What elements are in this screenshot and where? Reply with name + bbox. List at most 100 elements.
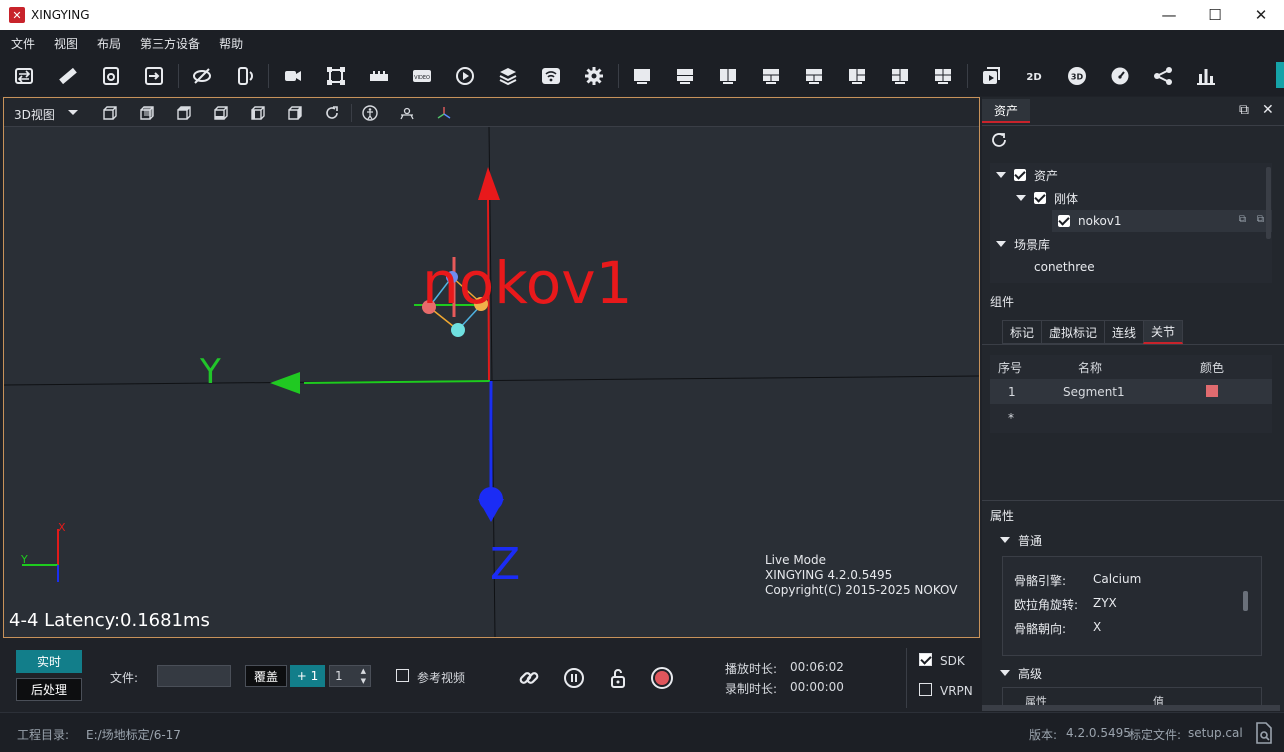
human-model-icon[interactable] <box>361 104 379 122</box>
video-icon[interactable]: VIDEO <box>410 64 434 88</box>
close-icon[interactable]: ✕ <box>1238 0 1284 30</box>
drone-icon[interactable] <box>398 104 416 122</box>
skeleton-link-icon[interactable] <box>1151 64 1175 88</box>
layout-single-icon[interactable] <box>630 64 654 88</box>
expand-icon[interactable] <box>1016 195 1026 201</box>
device-rotate-icon[interactable] <box>233 64 257 88</box>
view-3d-icon[interactable]: 3D <box>1065 64 1089 88</box>
counter-stepper[interactable]: 1 ▲ ▼ <box>329 665 371 687</box>
menu-third-party[interactable]: 第三方设备 <box>140 35 200 52</box>
group-advanced[interactable]: 高级 <box>1000 662 1042 684</box>
menu-file[interactable]: 文件 <box>11 35 35 52</box>
menu-help[interactable]: 帮助 <box>219 35 243 52</box>
group-general[interactable]: 普通 <box>1000 529 1042 551</box>
checkbox-nokov1[interactable] <box>1058 215 1070 227</box>
layout-side-icon[interactable] <box>845 64 869 88</box>
file-input[interactable] <box>157 665 231 687</box>
view-right-icon[interactable] <box>286 104 304 122</box>
view-2d-icon[interactable]: 2D <box>1022 64 1046 88</box>
tree-node-rigid[interactable]: 刚体 <box>1016 187 1078 209</box>
view-selector[interactable]: 3D视图 <box>14 106 55 123</box>
sdk-checkbox[interactable] <box>919 653 932 666</box>
layers-icon[interactable] <box>496 64 520 88</box>
view-front-icon[interactable] <box>101 104 119 122</box>
rigid-body-label: nokov1 <box>422 249 632 317</box>
pause-icon[interactable] <box>562 666 586 690</box>
document-search-icon[interactable] <box>1254 722 1274 744</box>
stepper-down-icon[interactable]: ▼ <box>361 677 366 685</box>
layout-three-bottom-icon[interactable] <box>802 64 826 88</box>
axes-icon[interactable] <box>435 104 453 122</box>
close-panel-icon[interactable]: ✕ <box>1262 102 1274 118</box>
camera-view-icon[interactable] <box>979 64 1003 88</box>
camera-icon[interactable] <box>281 64 305 88</box>
tree-node-scene[interactable]: 场景库 <box>996 233 1050 255</box>
ruler-icon[interactable] <box>56 64 80 88</box>
expand-icon[interactable] <box>996 172 1006 178</box>
reset-view-icon[interactable] <box>323 104 341 122</box>
vrpn-checkbox[interactable] <box>919 683 932 696</box>
postprocess-button[interactable]: 后处理 <box>16 678 82 701</box>
wireless-icon[interactable] <box>539 64 563 88</box>
expand-icon[interactable] <box>1000 537 1010 543</box>
props-scrollbar[interactable] <box>1243 591 1248 611</box>
checkbox-rigid[interactable] <box>1034 192 1046 204</box>
layout-two-rows-icon[interactable] <box>673 64 697 88</box>
layout-side-right-icon[interactable] <box>888 64 912 88</box>
view-top-icon[interactable] <box>175 104 193 122</box>
checkbox-assets[interactable] <box>1014 169 1026 181</box>
prop-euler[interactable]: 欧拉角旋转: ZYX <box>1014 596 1117 613</box>
tab-virtual-markers[interactable]: 虚拟标记 <box>1041 320 1105 344</box>
panel-hscroll[interactable] <box>982 705 1280 711</box>
link-icon[interactable] <box>517 666 541 690</box>
table-row[interactable]: 1 Segment1 <box>990 379 1272 404</box>
settings-gear-icon[interactable] <box>582 64 606 88</box>
layout-three-icon[interactable] <box>759 64 783 88</box>
layout-four-icon[interactable] <box>931 64 955 88</box>
stepper-up-icon[interactable]: ▲ <box>361 667 366 675</box>
tab-assets[interactable]: 资产 <box>982 99 1030 123</box>
tree-node-nokov1[interactable]: nokov1 ⧉ ⧉ <box>1052 210 1272 232</box>
tab-links[interactable]: 连线 <box>1104 320 1144 344</box>
increment-button[interactable]: + 1 <box>290 665 325 687</box>
prop-engine[interactable]: 骨骼引擎: Calcium <box>1014 572 1141 589</box>
prop-orientation[interactable]: 骨骼朝向: X <box>1014 620 1101 637</box>
export-icon[interactable] <box>142 64 166 88</box>
realtime-button[interactable]: 实时 <box>16 650 82 673</box>
unlock-icon[interactable] <box>606 666 630 690</box>
frame-select-icon[interactable] <box>324 64 348 88</box>
refresh-icon[interactable] <box>990 131 1010 151</box>
copy-icon[interactable]: ⧉ <box>1239 214 1246 225</box>
new-row[interactable]: * <box>1008 411 1014 425</box>
menu-layout[interactable]: 布局 <box>97 35 121 52</box>
open-icon[interactable] <box>99 64 123 88</box>
tree-node-assets[interactable]: 资产 <box>996 164 1058 186</box>
viewport-3d[interactable]: 3D视图 Y Z nokov1 X Y Live Mode XINGYING 4… <box>3 97 980 638</box>
expand-icon[interactable] <box>1000 670 1010 676</box>
overwrite-button[interactable]: 覆盖 <box>245 665 287 687</box>
menu-view[interactable]: 视图 <box>54 35 78 52</box>
reference-video-checkbox[interactable] <box>396 669 409 682</box>
expand-icon[interactable] <box>996 241 1006 247</box>
playback-icon[interactable] <box>453 64 477 88</box>
float-panel-icon[interactable]: ⧉ <box>1239 102 1249 118</box>
paste-icon[interactable]: ⧉ <box>1257 214 1264 225</box>
record-icon[interactable] <box>650 666 674 690</box>
tree-node-conethree[interactable]: conethree <box>1034 256 1095 278</box>
bar-chart-icon[interactable] <box>1194 64 1218 88</box>
calibration-bar-icon[interactable] <box>367 64 391 88</box>
minimize-icon[interactable]: — <box>1146 0 1192 30</box>
gauge-icon[interactable] <box>1108 64 1132 88</box>
view-back-icon[interactable] <box>138 104 156 122</box>
switch-icon[interactable] <box>12 64 36 88</box>
maximize-icon[interactable]: ☐ <box>1192 0 1238 30</box>
row-color-swatch[interactable] <box>1206 385 1218 397</box>
view-left-icon[interactable] <box>249 104 267 122</box>
view-bottom-icon[interactable] <box>212 104 230 122</box>
hide-icon[interactable] <box>190 64 214 88</box>
view-dropdown-icon[interactable] <box>68 110 78 115</box>
tree-scrollbar[interactable] <box>1266 167 1271 239</box>
tab-markers[interactable]: 标记 <box>1002 320 1042 344</box>
layout-two-cols-icon[interactable] <box>716 64 740 88</box>
tab-joints[interactable]: 关节 <box>1143 320 1184 344</box>
